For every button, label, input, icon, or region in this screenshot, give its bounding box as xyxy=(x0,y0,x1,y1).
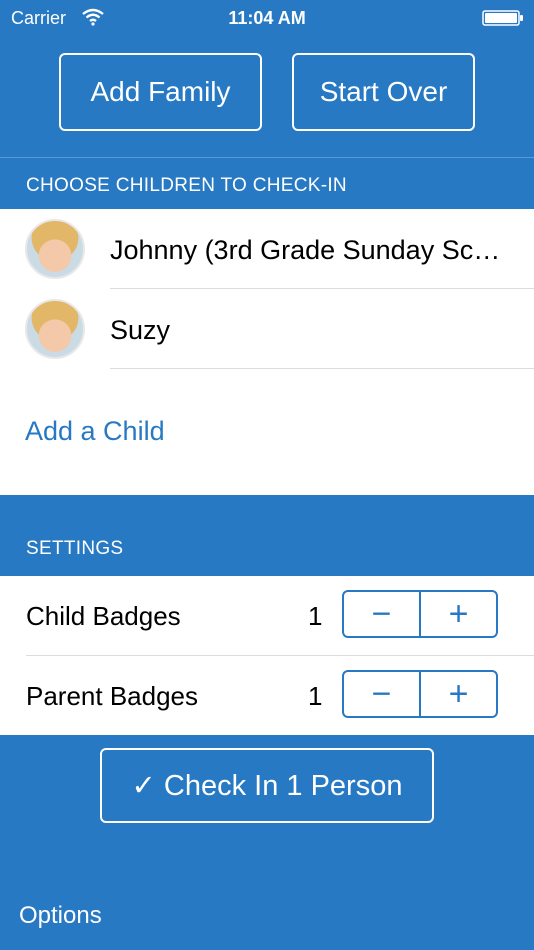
setting-value: 1 xyxy=(308,681,323,711)
add-child-link[interactable]: Add a Child xyxy=(25,416,165,447)
settings-list: Child Badges 1 − + Parent Badges 1 − + xyxy=(0,576,534,735)
child-row-suzy[interactable]: Suzy xyxy=(0,289,534,369)
add-family-button[interactable]: Add Family xyxy=(59,53,262,131)
child-avatar xyxy=(25,299,85,359)
increment-button[interactable]: + xyxy=(419,592,496,636)
row-divider xyxy=(110,368,534,369)
children-section-header: CHOOSE CHILDREN TO CHECK-IN xyxy=(0,157,534,209)
decrement-button[interactable]: − xyxy=(344,672,419,716)
battery-icon xyxy=(482,10,523,26)
increment-button[interactable]: + xyxy=(419,672,496,716)
child-avatar xyxy=(25,219,85,279)
children-list: Johnny (3rd Grade Sunday School) Suzy Ad… xyxy=(0,209,534,495)
parent-badges-row: Parent Badges 1 − + xyxy=(0,656,534,736)
child-row-johnny[interactable]: Johnny (3rd Grade Sunday School) xyxy=(0,209,534,289)
child-name: Johnny (3rd Grade Sunday School) xyxy=(110,235,510,265)
parent-badges-stepper: − + xyxy=(342,670,498,718)
decrement-button[interactable]: − xyxy=(344,592,419,636)
status-time: 11:04 AM xyxy=(228,8,306,28)
child-badges-stepper: − + xyxy=(342,590,498,638)
check-in-button[interactable]: ✓ Check In 1 Person xyxy=(100,748,434,823)
setting-label: Parent Badges xyxy=(26,681,199,711)
start-over-button[interactable]: Start Over xyxy=(292,53,475,131)
child-badges-row: Child Badges 1 − + xyxy=(0,576,534,656)
status-bar: Carrier 11:04 AM xyxy=(0,0,534,38)
child-name: Suzy xyxy=(110,315,171,345)
settings-section-header: SETTINGS xyxy=(26,538,124,559)
setting-value: 1 xyxy=(308,601,323,631)
options-button[interactable]: Options xyxy=(19,902,102,930)
setting-label: Child Badges xyxy=(26,601,181,631)
